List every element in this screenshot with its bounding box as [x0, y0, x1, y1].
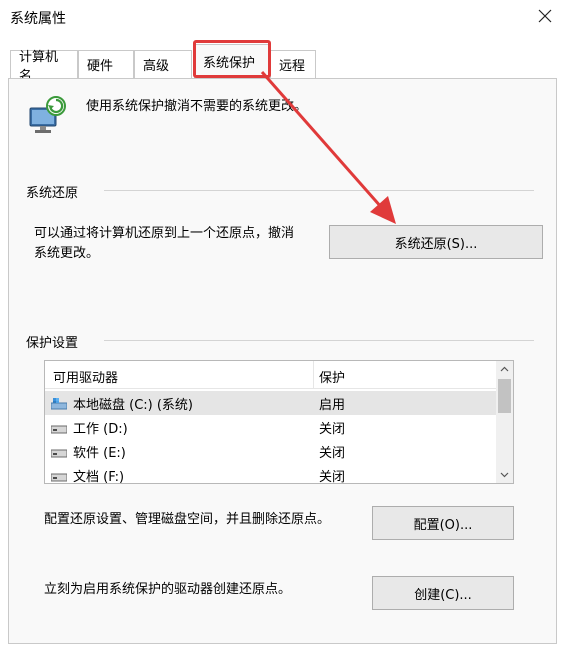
column-header-protection[interactable]: 保护 — [319, 367, 345, 386]
button-label: 系统还原(S)... — [394, 236, 478, 252]
configure-button[interactable]: 配置(O)... — [372, 506, 514, 540]
list-item[interactable]: 软件 (E:) 关闭 — [45, 439, 497, 463]
drive-name: 本地磁盘 (C:) (系统) — [73, 398, 194, 413]
tab-computer-name[interactable]: 计算机名 — [10, 50, 78, 84]
restore-description-line: 可以通过将计算机还原到上一个还原点，撤消 — [34, 226, 295, 241]
system-restore-button[interactable]: 系统还原(S)... — [329, 225, 543, 259]
drive-icon — [51, 425, 67, 433]
intro-text: 使用系统保护撤消不需要的系统更改。 — [86, 99, 308, 114]
vertical-scrollbar[interactable] — [496, 361, 513, 483]
create-description: 立刻为启用系统保护的驱动器创建还原点。 — [44, 582, 292, 597]
drive-name-cell: 本地磁盘 (C:) (系统) — [51, 394, 193, 413]
scroll-down-button[interactable] — [496, 467, 513, 483]
restore-description: 可以通过将计算机还原到上一个还原点，撤消 系统更改。 — [34, 224, 294, 264]
tab-advanced[interactable]: 高级 — [134, 50, 192, 78]
chevron-up-icon — [500, 366, 509, 372]
drive-name: 文档 (F:) — [73, 470, 125, 484]
tab-label: 远程 — [279, 59, 306, 74]
protection-status: 关闭 — [319, 446, 346, 461]
protection-status: 关闭 — [319, 470, 346, 484]
list-header: 可用驱动器 保护 — [45, 361, 497, 389]
group-divider — [104, 190, 534, 191]
group-divider — [104, 340, 534, 341]
tab-label: 高级 — [143, 59, 170, 74]
tab-strip: 计算机名 硬件 高级 系统保护 远程 — [8, 44, 558, 84]
protection-status: 关闭 — [319, 422, 346, 437]
drive-name-cell: 工作 (D:) — [51, 418, 128, 437]
system-drive-icon — [51, 397, 67, 409]
scroll-thumb[interactable] — [498, 379, 511, 413]
system-restore-group-label: 系统还原 — [26, 186, 79, 201]
list-item[interactable]: 本地磁盘 (C:) (系统) 启用 — [45, 391, 497, 415]
create-button[interactable]: 创建(C)... — [372, 576, 514, 610]
button-label: 配置(O)... — [413, 517, 473, 533]
drive-icon — [51, 473, 67, 481]
close-button[interactable] — [533, 4, 557, 28]
column-header-drives[interactable]: 可用驱动器 — [53, 367, 118, 386]
title-bar: 系统属性 — [0, 0, 565, 34]
close-icon — [538, 9, 552, 23]
chevron-down-icon — [500, 472, 509, 478]
tab-remote[interactable]: 远程 — [270, 50, 316, 78]
configure-description: 配置还原设置、管理磁盘空间，并且删除还原点。 — [44, 512, 331, 527]
tab-highlight-box — [193, 40, 271, 78]
protection-status: 启用 — [319, 398, 346, 413]
list-item[interactable]: 文档 (F:) 关闭 — [45, 463, 497, 484]
tab-hardware[interactable]: 硬件 — [78, 50, 134, 78]
scroll-up-button[interactable] — [496, 361, 513, 377]
drive-icon — [51, 449, 67, 457]
drives-list[interactable]: 可用驱动器 保护 本地磁盘 (C:) (系统) 启用 工作 (D:) 关闭 软件… — [44, 360, 514, 484]
protection-settings-group-label: 保护设置 — [26, 336, 79, 351]
tab-label: 硬件 — [87, 59, 114, 74]
restore-description-line: 系统更改。 — [34, 246, 100, 261]
drive-name-cell: 软件 (E:) — [51, 442, 126, 461]
list-item[interactable]: 工作 (D:) 关闭 — [45, 415, 497, 439]
drive-name: 软件 (E:) — [73, 446, 126, 461]
drive-name-cell: 文档 (F:) — [51, 466, 125, 484]
system-protection-icon — [29, 96, 66, 133]
column-divider — [313, 361, 314, 389]
button-label: 创建(C)... — [414, 587, 472, 603]
drive-name: 工作 (D:) — [73, 422, 128, 437]
window-title: 系统属性 — [10, 11, 66, 27]
